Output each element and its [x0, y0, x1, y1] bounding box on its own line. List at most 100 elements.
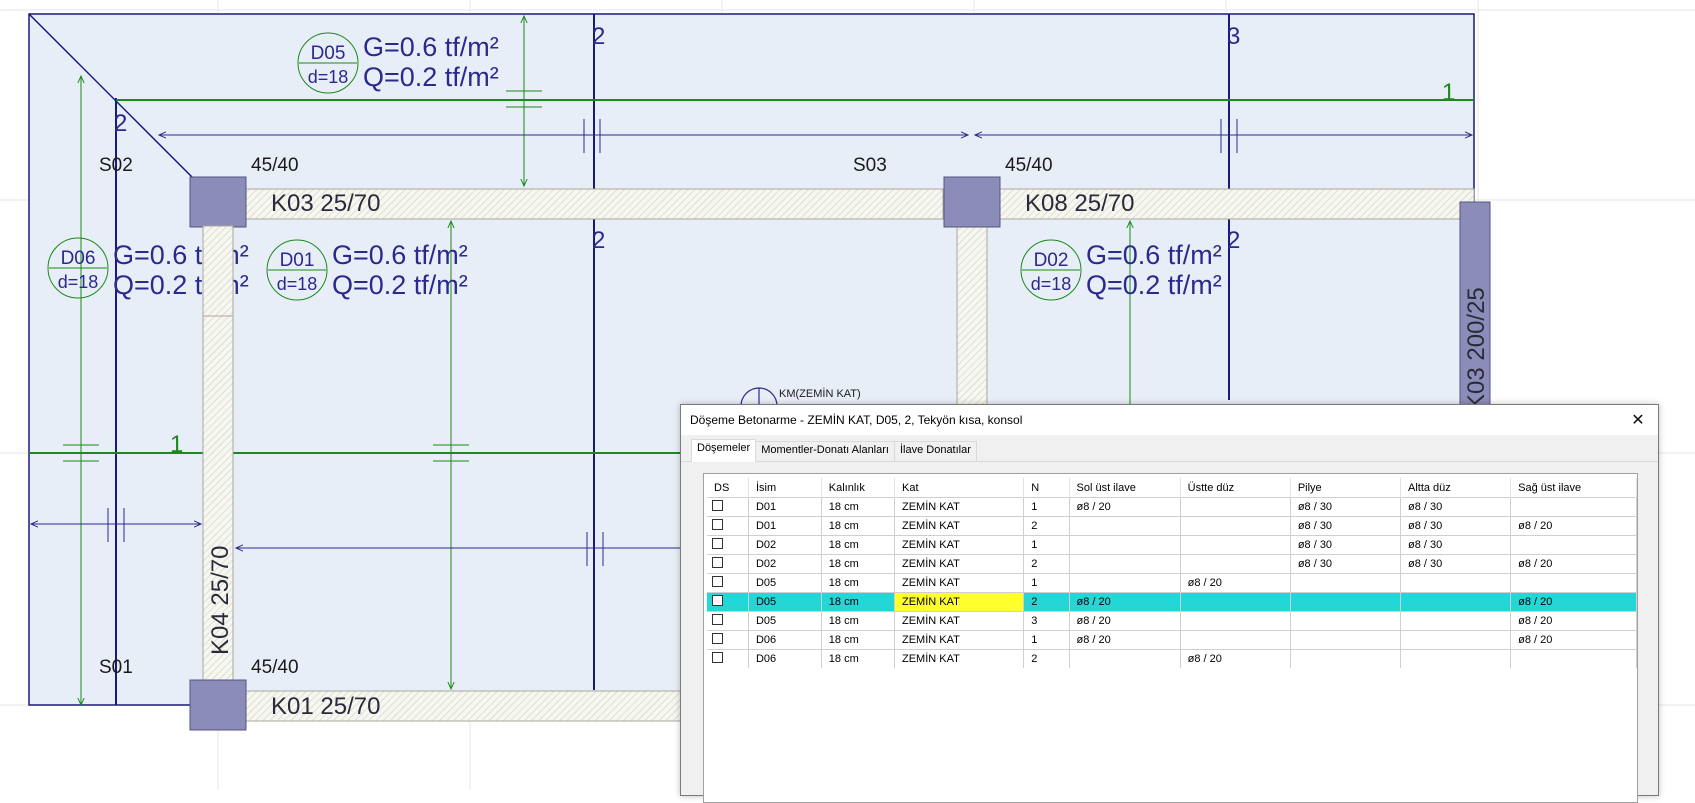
cell-ds[interactable] — [707, 611, 749, 631]
cell-altta-duz[interactable]: ø8 / 30 — [1400, 535, 1512, 555]
cell-altta-duz[interactable]: ø8 / 30 — [1400, 497, 1512, 517]
table-row[interactable]: D05 18 cm ZEMİN KAT 1 ø8 / 20 — [707, 573, 1637, 593]
cell-ustte-duz[interactable] — [1180, 554, 1291, 574]
cell-pilye[interactable]: ø8 / 30 — [1290, 554, 1401, 574]
cell-kalinlik[interactable]: 18 cm — [821, 592, 896, 612]
cell-pilye[interactable]: ø8 / 30 — [1290, 497, 1401, 517]
cell-sol-ust-ilave[interactable]: ø8 / 20 — [1069, 611, 1181, 631]
table-row[interactable]: D06 18 cm ZEMİN KAT 1 ø8 / 20 ø8 / 20 — [707, 630, 1637, 650]
cell-ustte-duz[interactable] — [1180, 611, 1291, 631]
cell-ds[interactable] — [707, 630, 749, 650]
cell-isim[interactable]: D05 — [748, 611, 822, 631]
cell-isim[interactable]: D01 — [748, 497, 822, 517]
cell-ustte-duz[interactable] — [1180, 535, 1291, 555]
table-row[interactable]: D05 18 cm ZEMİN KAT 2 ø8 / 20 ø8 / 20 — [707, 592, 1637, 612]
cell-n[interactable]: 2 — [1023, 554, 1070, 574]
cell-sag-ust-ilave[interactable]: ø8 / 20 — [1510, 516, 1637, 536]
cell-sag-ust-ilave[interactable] — [1510, 573, 1637, 593]
close-icon[interactable]: ✕ — [1624, 407, 1652, 433]
cell-sol-ust-ilave[interactable]: ø8 / 20 — [1069, 592, 1181, 612]
cell-sol-ust-ilave[interactable]: ø8 / 20 — [1069, 630, 1181, 650]
tab-dosemeler[interactable]: Döşemeler — [691, 439, 757, 462]
cell-ustte-duz[interactable] — [1180, 630, 1291, 650]
cell-n[interactable]: 1 — [1023, 630, 1070, 650]
cell-sag-ust-ilave[interactable]: ø8 / 20 — [1510, 592, 1637, 612]
cell-kalinlik[interactable]: 18 cm — [821, 611, 896, 631]
dialog-titlebar[interactable]: Döşeme Betonarme - ZEMİN KAT, D05, 2, Te… — [681, 405, 1658, 435]
cell-altta-duz[interactable] — [1400, 592, 1512, 612]
cell-altta-duz[interactable]: ø8 / 30 — [1400, 554, 1512, 574]
table-row[interactable]: D01 18 cm ZEMİN KAT 1 ø8 / 20 ø8 / 30 ø8 / 30 — [707, 497, 1637, 517]
cell-pilye[interactable] — [1290, 573, 1401, 593]
cell-altta-duz[interactable] — [1400, 611, 1512, 631]
cell-sol-ust-ilave[interactable] — [1069, 649, 1181, 668]
row-checkbox[interactable] — [712, 652, 723, 663]
cell-pilye[interactable] — [1290, 592, 1401, 612]
cell-kat[interactable]: ZEMİN KAT — [894, 649, 1025, 668]
cell-pilye[interactable]: ø8 / 30 — [1290, 535, 1401, 555]
cell-sol-ust-ilave[interactable] — [1069, 516, 1181, 536]
cell-n[interactable]: 1 — [1023, 497, 1070, 517]
cell-n[interactable]: 2 — [1023, 516, 1070, 536]
cell-kalinlik[interactable]: 18 cm — [821, 630, 896, 650]
cell-kalinlik[interactable]: 18 cm — [821, 649, 896, 668]
cell-kalinlik[interactable]: 18 cm — [821, 535, 896, 555]
row-checkbox[interactable] — [712, 595, 723, 606]
cell-n[interactable]: 2 — [1023, 592, 1070, 612]
cell-sag-ust-ilave[interactable]: ø8 / 20 — [1510, 611, 1637, 631]
row-checkbox[interactable] — [712, 500, 723, 511]
cell-isim[interactable]: D06 — [748, 630, 822, 650]
table-row[interactable]: D02 18 cm ZEMİN KAT 1 ø8 / 30 ø8 / 30 — [707, 535, 1637, 555]
cell-pilye[interactable] — [1290, 611, 1401, 631]
col-header-n[interactable]: N — [1023, 478, 1070, 498]
cell-isim[interactable]: D06 — [748, 649, 822, 668]
cell-ds[interactable] — [707, 592, 749, 612]
col-header-sol-ust-ilave[interactable]: Sol üst ilave — [1069, 478, 1181, 498]
slab-grid[interactable]: DS İsim Kalınlık Kat N Sol üst ilave Üst… — [703, 473, 1638, 803]
cell-isim[interactable]: D02 — [748, 535, 822, 555]
cell-ds[interactable] — [707, 516, 749, 536]
row-checkbox[interactable] — [712, 538, 723, 549]
cell-kalinlik[interactable]: 18 cm — [821, 573, 896, 593]
cell-kalinlik[interactable]: 18 cm — [821, 554, 896, 574]
cell-sol-ust-ilave[interactable]: ø8 / 20 — [1069, 497, 1181, 517]
cell-kat[interactable]: ZEMİN KAT — [894, 630, 1025, 650]
cell-ustte-duz[interactable] — [1180, 516, 1291, 536]
cell-ustte-duz[interactable] — [1180, 592, 1291, 612]
cell-isim[interactable]: D01 — [748, 516, 822, 536]
cell-sag-ust-ilave[interactable] — [1510, 535, 1637, 555]
cell-ds[interactable] — [707, 573, 749, 593]
cell-pilye[interactable] — [1290, 630, 1401, 650]
cell-sag-ust-ilave[interactable] — [1510, 649, 1637, 668]
cell-isim[interactable]: D05 — [748, 592, 822, 612]
cell-altta-duz[interactable] — [1400, 573, 1512, 593]
cell-kat[interactable]: ZEMİN KAT — [894, 554, 1025, 574]
cell-sol-ust-ilave[interactable] — [1069, 554, 1181, 574]
cell-altta-duz[interactable] — [1400, 630, 1512, 650]
cell-ustte-duz[interactable] — [1180, 497, 1291, 517]
table-row[interactable]: D02 18 cm ZEMİN KAT 2 ø8 / 30 ø8 / 30 ø8 / 20 — [707, 554, 1637, 574]
cell-pilye[interactable]: ø8 / 30 — [1290, 516, 1401, 536]
tab-ilave-donatilar[interactable]: İlave Donatılar — [893, 441, 977, 461]
cell-altta-duz[interactable]: ø8 / 30 — [1400, 516, 1512, 536]
row-checkbox[interactable] — [712, 614, 723, 625]
cell-n[interactable]: 3 — [1023, 611, 1070, 631]
table-row[interactable]: D05 18 cm ZEMİN KAT 3 ø8 / 20 ø8 / 20 — [707, 611, 1637, 631]
col-header-kalinlik[interactable]: Kalınlık — [821, 478, 896, 498]
row-checkbox[interactable] — [712, 576, 723, 587]
col-header-pilye[interactable]: Pilye — [1290, 478, 1401, 498]
cell-sol-ust-ilave[interactable] — [1069, 535, 1181, 555]
cell-n[interactable]: 1 — [1023, 573, 1070, 593]
table-row[interactable]: D01 18 cm ZEMİN KAT 2 ø8 / 30 ø8 / 30 ø8 / 20 — [707, 516, 1637, 536]
cell-kat[interactable]: ZEMİN KAT — [894, 573, 1025, 593]
col-header-ustte-duz[interactable]: Üstte düz — [1180, 478, 1291, 498]
cell-ds[interactable] — [707, 649, 749, 668]
cell-isim[interactable]: D05 — [748, 573, 822, 593]
col-header-isim[interactable]: İsim — [748, 478, 822, 498]
cell-altta-duz[interactable] — [1400, 649, 1512, 668]
cell-isim[interactable]: D02 — [748, 554, 822, 574]
cell-kat[interactable]: ZEMİN KAT — [894, 592, 1025, 612]
cell-kalinlik[interactable]: 18 cm — [821, 497, 896, 517]
row-checkbox[interactable] — [712, 633, 723, 644]
cell-sag-ust-ilave[interactable] — [1510, 497, 1637, 517]
